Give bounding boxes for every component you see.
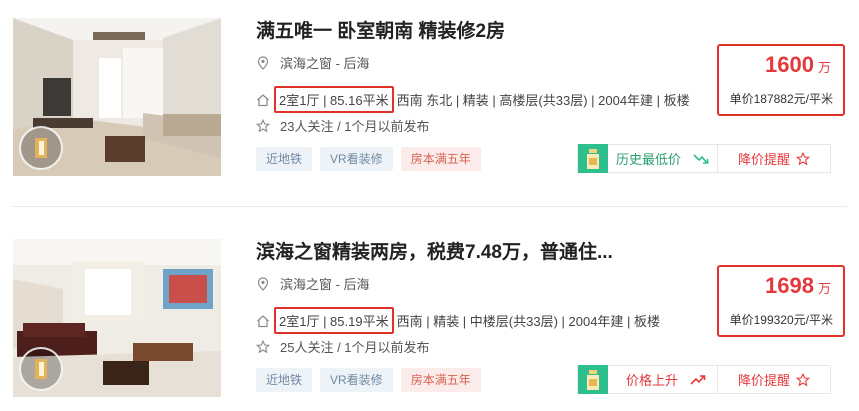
total-price-unit: 万 — [817, 60, 831, 75]
bottle-icon — [578, 365, 608, 394]
tag-list: 近地铁 VR看装修 房本满五年 — [256, 147, 481, 171]
price-alert-button[interactable]: 降价提醒 — [718, 145, 830, 172]
house-details: 西南 东北 | 精装 | 高楼层(共33层) | 2004年建 | 板楼 — [396, 93, 690, 108]
house-icon — [256, 314, 270, 328]
star-outline-icon — [796, 151, 810, 165]
tag-vr: VR看装修 — [320, 147, 393, 171]
price-highlight: 1698 万 单价199320元/平米 — [717, 265, 845, 337]
house-icon — [256, 93, 270, 107]
action-bar: 价格上升 降价提醒 — [577, 365, 831, 394]
bottle-icon — [578, 144, 608, 173]
unit-price: 单价199320元/平米 — [729, 313, 833, 327]
follow-row: 23人关注 / 1个月以前发布 — [256, 116, 430, 135]
total-price: 1698 万 — [765, 273, 831, 299]
price-alert-label: 降价提醒 — [737, 152, 790, 167]
up-trend-icon — [690, 374, 706, 386]
follow-info: 25人关注 / 1个月以前发布 — [280, 340, 430, 355]
follow-info: 23人关注 / 1个月以前发布 — [280, 119, 430, 134]
layout-area-highlight: 2室1厅 | 85.16平米 — [274, 86, 394, 113]
price-alert-button[interactable]: 降价提醒 — [718, 366, 830, 393]
layout-area-highlight: 2室1厅 | 85.19平米 — [274, 307, 394, 334]
tag-list: 近地铁 VR看装修 房本满五年 — [256, 368, 481, 392]
follow-row: 25人关注 / 1个月以前发布 — [256, 337, 430, 356]
star-icon — [256, 118, 270, 133]
listing-photo[interactable] — [13, 239, 221, 397]
star-outline-icon — [796, 372, 810, 386]
location-row: 滨海之窗 - 后海 — [256, 274, 370, 293]
listing-card[interactable]: 满五唯一 卧室朝南 精装修2房 滨海之窗 - 后海 2室1厅 | 85.16平米… — [0, 0, 859, 190]
house-info-row: 2室1厅 | 85.16平米 西南 东北 | 精装 | 高楼层(共33层) | … — [256, 86, 690, 113]
history-price-button[interactable]: 历史最低价 — [578, 144, 718, 173]
price-highlight: 1600 万 单价187882元/平米 — [717, 44, 845, 116]
history-price-label: 历史最低价 — [616, 152, 682, 167]
price-alert-label: 降价提醒 — [737, 373, 790, 388]
unit-price: 单价187882元/平米 — [729, 92, 833, 106]
tag-vr: VR看装修 — [320, 368, 393, 392]
house-details: 西南 | 精装 | 中楼层(共33层) | 2004年建 | 板楼 — [396, 314, 661, 329]
location-pin-icon — [256, 55, 270, 70]
location-link[interactable]: 滨海之窗 - 后海 — [280, 53, 370, 72]
price-trend-label: 价格上升 — [626, 373, 679, 388]
vr-play-icon[interactable] — [19, 126, 63, 170]
location-pin-icon — [256, 276, 270, 291]
vr-play-icon[interactable] — [19, 347, 63, 391]
listing-title[interactable]: 满五唯一 卧室朝南 精装修2房 — [256, 16, 505, 43]
action-bar: 历史最低价 降价提醒 — [577, 144, 831, 173]
listing-card[interactable]: 滨海之窗精装两房，税费7.48万，普通住... 滨海之窗 - 后海 2室1厅 |… — [0, 221, 859, 411]
tag-subway: 近地铁 — [256, 147, 313, 171]
tag-five-years: 房本满五年 — [400, 368, 481, 392]
location-row: 滨海之窗 - 后海 — [256, 53, 370, 72]
total-price-value: 1698 — [765, 273, 814, 298]
price-trend-button[interactable]: 价格上升 — [578, 365, 718, 394]
listing-divider — [12, 206, 847, 207]
total-price-unit: 万 — [817, 281, 831, 296]
listing-photo[interactable] — [13, 18, 221, 176]
tag-five-years: 房本满五年 — [400, 147, 481, 171]
total-price-value: 1600 — [765, 52, 814, 77]
listing-title[interactable]: 滨海之窗精装两房，税费7.48万，普通住... — [256, 237, 613, 264]
total-price: 1600 万 — [765, 52, 831, 78]
house-info-row: 2室1厅 | 85.19平米 西南 | 精装 | 中楼层(共33层) | 200… — [256, 307, 660, 334]
down-trend-icon — [693, 153, 709, 165]
star-icon — [256, 339, 270, 354]
tag-subway: 近地铁 — [256, 368, 313, 392]
location-link[interactable]: 滨海之窗 - 后海 — [280, 274, 370, 293]
